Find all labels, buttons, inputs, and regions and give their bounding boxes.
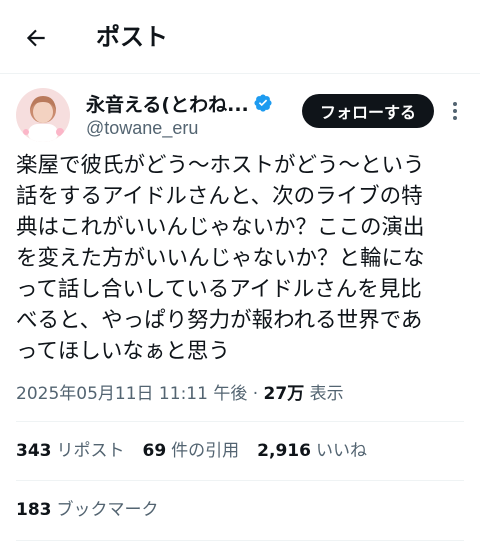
quotes-count: 69 [142,441,167,461]
post-meta: 2025年05月11日 11:11 午後 · 27万 表示 [16,382,344,406]
quotes-stat[interactable]: 69 件の引用 [143,438,240,464]
avatar-image [16,88,70,142]
post-timestamp[interactable]: 2025年05月11日 11:11 午後 [16,384,247,404]
author-handle[interactable]: @towane_eru [86,118,273,139]
meta-separator: · [252,384,259,404]
bookmarks-stats: 183 ブックマーク [16,497,159,523]
reposts-count: 343 [16,441,52,461]
views-count: 27万 [263,384,305,404]
likes-stat[interactable]: 2,916 いいね [257,438,367,464]
bookmarks-label: ブックマーク [56,500,159,520]
follow-button[interactable]: フォローする [302,94,434,128]
bookmarks-stat[interactable]: 183 ブックマーク [16,500,159,520]
reposts-stat[interactable]: 343 リポスト [16,438,125,464]
likes-count: 2,916 [257,441,311,461]
arrow-left-icon [26,29,45,47]
avatar[interactable] [16,88,70,142]
views-label: 表示 [309,384,344,404]
quotes-label: 件の引用 [171,441,240,461]
engagement-stats: 343 リポスト 69 件の引用 2,916 いいね [16,438,367,464]
divider [16,421,464,422]
post-text: 楽屋で彼氏がどう〜ホストがどう〜という 話をするアイドルさんと、次のライブの特 … [16,153,425,364]
divider [16,540,464,541]
likes-label: いいね [315,441,367,461]
bookmarks-count: 183 [16,500,52,520]
top-bar: ポスト [0,0,480,74]
more-vertical-icon [453,102,457,106]
author-names: 永音える(とわね... @towane_eru [86,90,273,139]
verified-badge-icon [253,93,273,113]
display-name[interactable]: 永音える(とわね... [86,90,249,117]
more-options-button[interactable] [446,98,464,124]
post-author: 永音える(とわね... @towane_eru フォローする [16,88,464,144]
reposts-label: リポスト [56,441,125,461]
page-title: ポスト [96,23,168,51]
back-button[interactable] [20,22,52,54]
divider [16,480,464,481]
